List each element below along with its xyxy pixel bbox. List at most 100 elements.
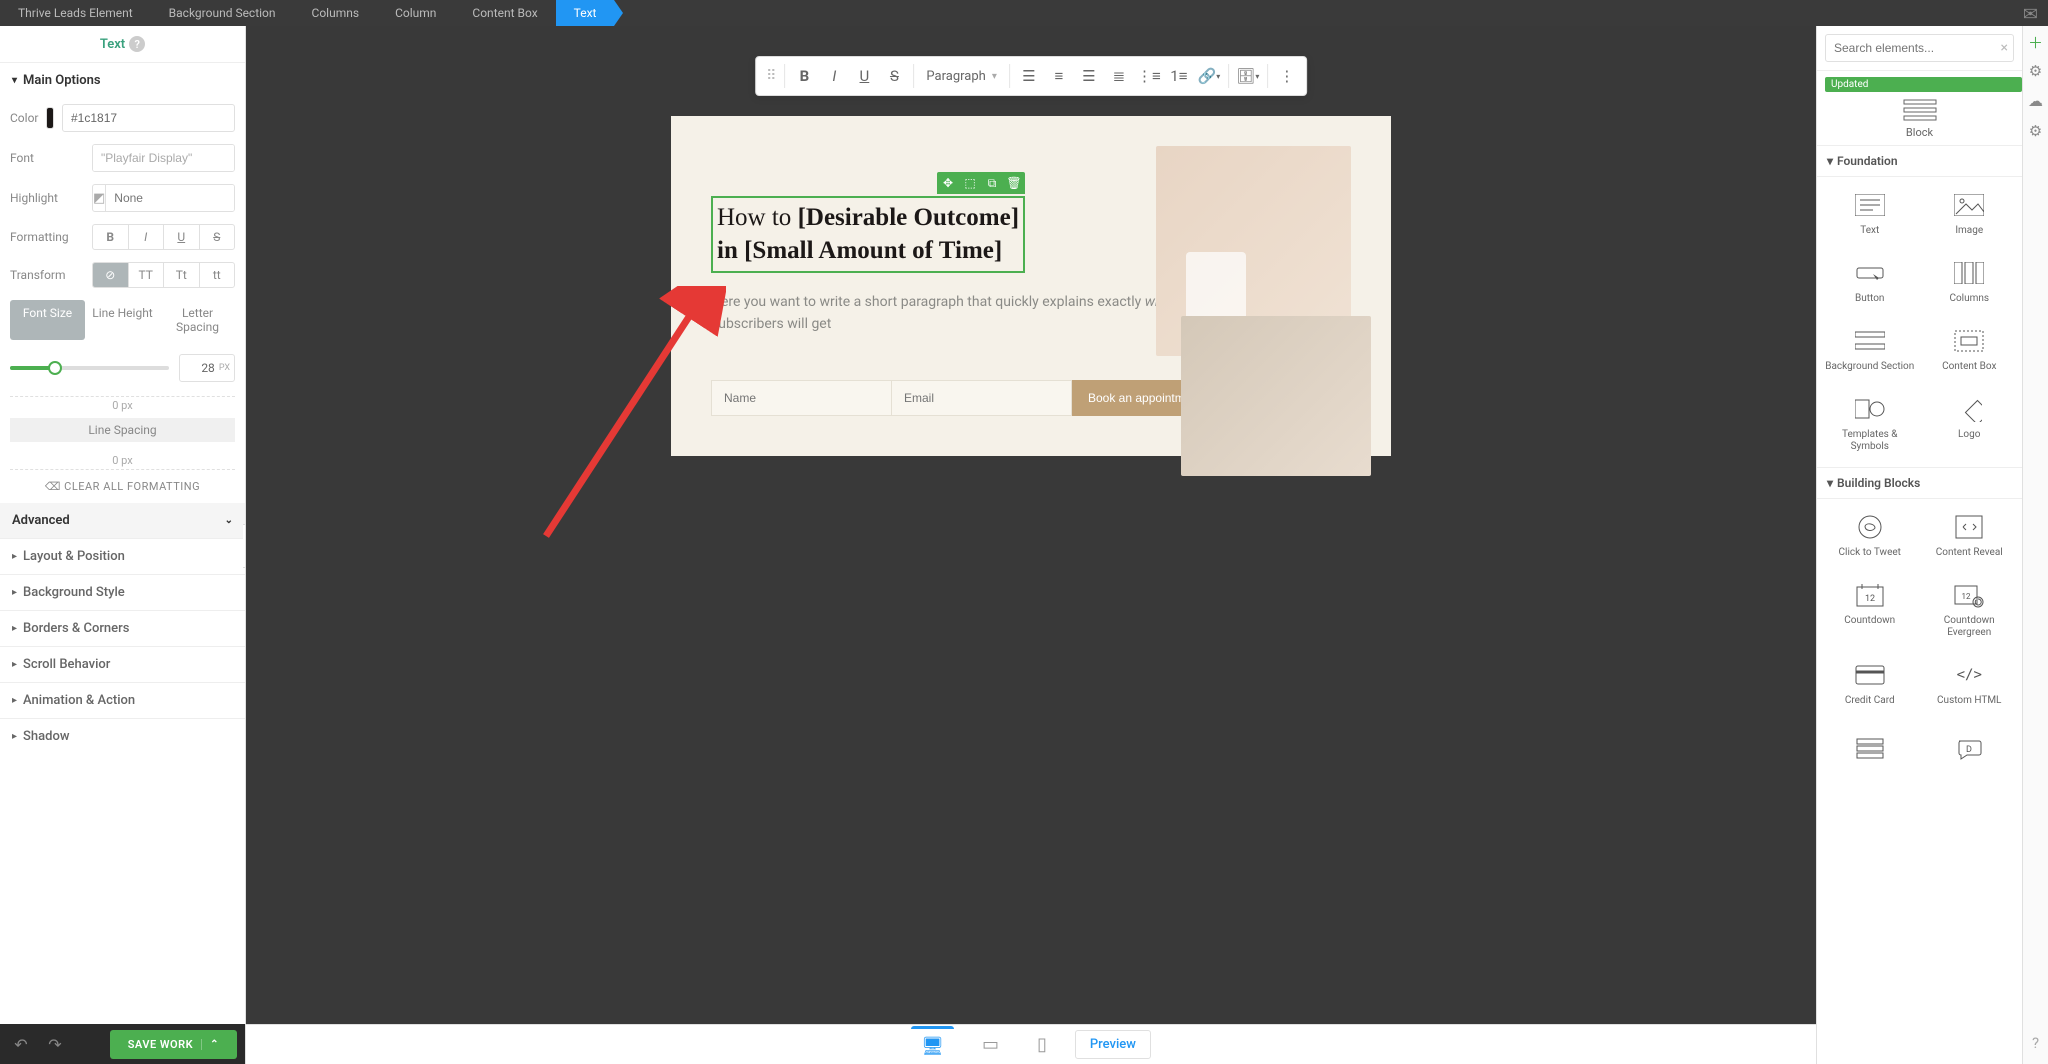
add-element-icon[interactable]: ＋	[2026, 32, 2046, 52]
mail-icon[interactable]: ✉	[2013, 0, 2048, 26]
el-countdown-eg[interactable]: 12Countdown Evergreen	[1921, 571, 2019, 649]
breadcrumb-item-3[interactable]: Column	[377, 0, 454, 26]
settings-rail-icon[interactable]: ⚙	[2026, 62, 2046, 82]
canvas-area: ⠿ B I U S Paragraph▾ ☰ ≡ ☰ ≣ ⋮≡ 1≡ 🔗▾ �	[246, 26, 1816, 1064]
transform-lower[interactable]: tt	[200, 263, 235, 287]
decor-image-2[interactable]	[1181, 316, 1371, 476]
move-icon[interactable]: ✥	[937, 172, 959, 194]
name-field[interactable]	[711, 380, 891, 416]
redo-icon[interactable]: ↷	[42, 1035, 68, 1054]
desktop-icon[interactable]: 🖥	[911, 1026, 954, 1061]
el-credit-card[interactable]: Credit Card	[1821, 651, 1919, 717]
strike-button[interactable]: S	[200, 225, 235, 249]
el-button[interactable]: Button	[1821, 249, 1919, 315]
color-swatch[interactable]	[46, 107, 54, 129]
clear-icon: ⌫	[45, 480, 64, 493]
save-caret-icon[interactable]: ⌃	[201, 1039, 219, 1050]
highlight-input[interactable]	[106, 185, 235, 211]
tablet-icon[interactable]: ▭	[972, 1030, 1009, 1059]
ol-icon[interactable]: 1≡	[1164, 61, 1194, 91]
align-left-icon[interactable]: ☰	[1014, 61, 1044, 91]
align-justify-icon[interactable]: ≣	[1104, 61, 1134, 91]
section-scroll[interactable]: ▸Scroll Behavior	[0, 646, 245, 682]
save-button[interactable]: SAVE WORK ⌃	[110, 1030, 237, 1059]
clear-search-icon[interactable]: ×	[2001, 40, 2008, 56]
clear-formatting[interactable]: ⌫ CLEAR ALL FORMATTING	[0, 470, 245, 503]
highlight-icon[interactable]: ◩	[93, 185, 106, 211]
section-shadow[interactable]: ▸Shadow	[0, 718, 245, 754]
tab-letter-spacing[interactable]: Letter Spacing	[160, 300, 235, 340]
italic-button[interactable]: I	[129, 225, 165, 249]
delete-icon[interactable]: 🗑	[1003, 172, 1025, 194]
help-icon[interactable]: ?	[129, 36, 145, 52]
breadcrumb-item-0[interactable]: Thrive Leads Element	[0, 0, 151, 26]
tb-strike[interactable]: S	[879, 61, 909, 91]
align-right-icon[interactable]: ☰	[1074, 61, 1104, 91]
data-icon[interactable]: 🗄▾	[1233, 61, 1263, 91]
el-custom-html[interactable]: </>Custom HTML	[1921, 651, 2019, 717]
el-bg-section[interactable]: Background Section	[1821, 317, 1919, 383]
transform-cap[interactable]: Tt	[164, 263, 200, 287]
save-el-icon[interactable]: ⬚	[959, 172, 981, 194]
align-center-icon[interactable]: ≡	[1044, 61, 1074, 91]
transform-none[interactable]: ⊘	[93, 263, 129, 287]
color-input[interactable]	[62, 104, 235, 132]
section-animation[interactable]: ▸Animation & Action	[0, 682, 245, 718]
bold-button[interactable]: B	[93, 225, 129, 249]
breadcrumb-item-1[interactable]: Background Section	[151, 0, 294, 26]
el-content-box[interactable]: Content Box	[1921, 317, 2019, 383]
headline-text[interactable]: How to [Desirable Outcome] in [Small Amo…	[717, 202, 1019, 267]
duplicate-icon[interactable]: ⧉	[981, 172, 1003, 194]
el-columns[interactable]: Columns	[1921, 249, 2019, 315]
section-layout[interactable]: ▸Layout & Position	[0, 538, 245, 574]
font-input[interactable]	[93, 145, 235, 171]
selected-text-element[interactable]: ✥ ⬚ ⧉ 🗑 How to [Desirable Outcome] in [S…	[711, 196, 1025, 273]
element-block[interactable]: Block	[1817, 92, 2022, 145]
page-canvas[interactable]: ✥ ⬚ ⧉ 🗑 How to [Desirable Outcome] in [S…	[671, 116, 1391, 456]
el-more-2[interactable]: D	[1921, 725, 2019, 779]
transform-upper[interactable]: TT	[129, 263, 165, 287]
section-advanced[interactable]: Advanced ⌄	[0, 503, 245, 538]
section-main-options[interactable]: ▾ Main Options	[0, 63, 245, 98]
el-templates[interactable]: Templates & Symbols	[1821, 385, 1919, 463]
mobile-icon[interactable]: ▯	[1027, 1030, 1057, 1059]
el-more-1[interactable]	[1821, 725, 1919, 779]
element-toolbar: ✥ ⬚ ⧉ 🗑	[937, 172, 1025, 194]
el-click-tweet[interactable]: Click to Tweet	[1821, 503, 1919, 569]
font-size-value[interactable]: 28 PX	[179, 354, 235, 382]
breadcrumb-item-2[interactable]: Columns	[294, 0, 378, 26]
section-borders[interactable]: ▸Borders & Corners	[0, 610, 245, 646]
help-rail-icon[interactable]: ?	[2026, 1034, 2046, 1054]
email-field[interactable]	[891, 380, 1072, 416]
undo-icon[interactable]: ↶	[8, 1035, 34, 1054]
el-content-reveal[interactable]: Content Reveal	[1921, 503, 2019, 569]
underline-button[interactable]: U	[164, 225, 200, 249]
el-countdown[interactable]: 12Countdown	[1821, 571, 1919, 649]
line-spacing-label[interactable]: Line Spacing	[10, 418, 235, 442]
tab-font-size[interactable]: Font Size	[10, 300, 85, 340]
font-size-slider[interactable]	[10, 366, 169, 370]
tb-italic[interactable]: I	[819, 61, 849, 91]
el-text[interactable]: Text	[1821, 181, 1919, 247]
columns-icon	[1951, 259, 1987, 287]
el-image[interactable]: Image	[1921, 181, 2019, 247]
search-elements-input[interactable]	[1825, 34, 2014, 62]
tb-bold[interactable]: B	[789, 61, 819, 91]
tb-paragraph-select[interactable]: Paragraph▾	[918, 69, 1004, 84]
breadcrumb-item-5[interactable]: Text	[556, 0, 615, 26]
section-building-blocks[interactable]: ▾Building Blocks	[1817, 467, 2022, 499]
more-icon[interactable]: ⋮	[1272, 61, 1302, 91]
gear2-icon[interactable]: ⚙	[2026, 122, 2046, 142]
cloud-icon[interactable]: ☁	[2026, 92, 2046, 112]
breadcrumb-item-4[interactable]: Content Box	[454, 0, 555, 26]
el-logo[interactable]: Logo	[1921, 385, 2019, 463]
drag-handle-icon[interactable]: ⠿	[760, 68, 780, 84]
link-icon[interactable]: 🔗▾	[1194, 61, 1224, 91]
preview-button[interactable]: Preview	[1075, 1030, 1151, 1059]
subheading-text[interactable]: Here you want to write a short paragraph…	[711, 291, 1217, 336]
section-foundation[interactable]: ▾Foundation	[1817, 145, 2022, 177]
tab-line-height[interactable]: Line Height	[85, 300, 160, 340]
section-background[interactable]: ▸Background Style	[0, 574, 245, 610]
ul-icon[interactable]: ⋮≡	[1134, 61, 1164, 91]
tb-underline[interactable]: U	[849, 61, 879, 91]
